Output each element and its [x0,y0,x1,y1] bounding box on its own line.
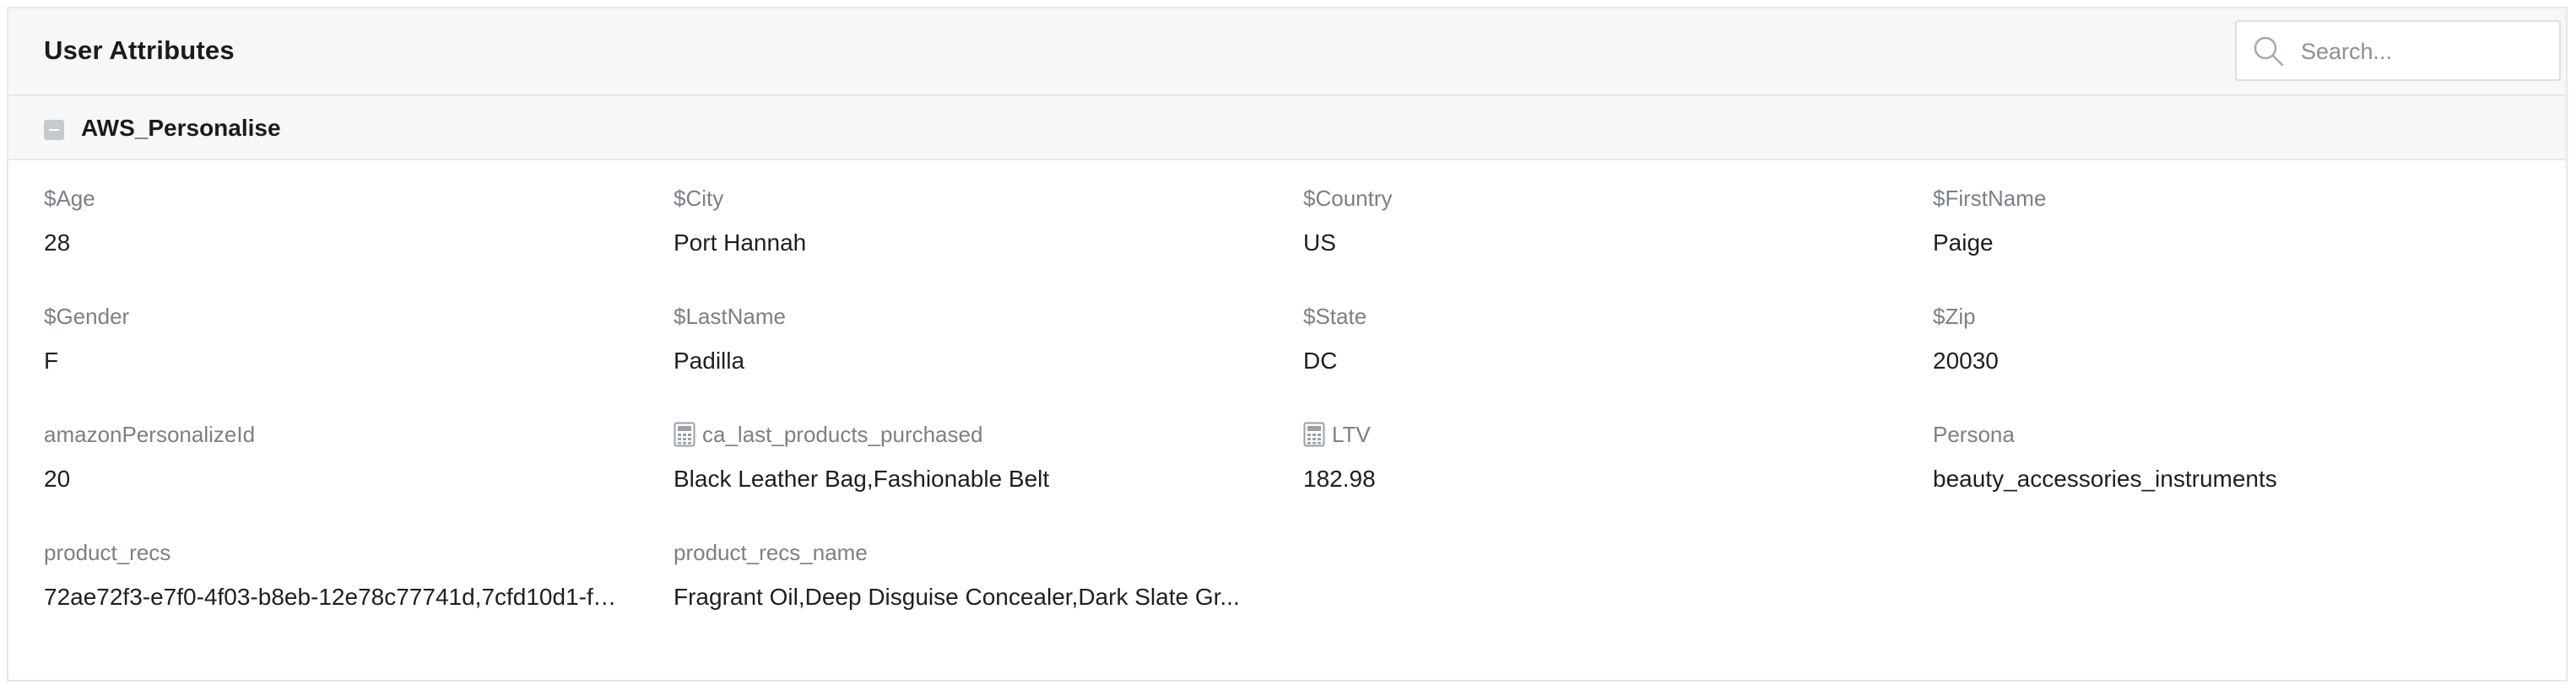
attribute-value: Fragrant Oil,Deep Disguise Concealer,Dar… [674,584,1240,610]
attribute-value: US [1303,229,1336,256]
attribute-value: 72ae72f3-e7f0-4f03-b8eb-12e78c77741d,7cf… [44,584,618,610]
attribute-item: $Gender F [44,302,635,376]
attribute-value: F [44,348,59,374]
attribute-item: $Zip 20030 [1933,302,2524,376]
attribute-label: $Zip [1933,304,1976,329]
attribute-label: $Gender [44,304,130,329]
panel-header: User Attributes [8,8,2566,96]
attribute-item: $Age 28 [44,184,635,258]
collapse-icon[interactable] [44,120,64,140]
attribute-value: 20 [44,466,71,492]
attribute-label: $State [1303,304,1367,329]
search-icon [2254,36,2284,67]
search-box[interactable] [2235,20,2561,81]
attribute-label: LTV [1303,420,1894,449]
attribute-label-text: LTV [1332,422,1371,447]
attribute-item: $State DC [1303,302,1894,376]
attribute-item: $FirstName Paige [1933,184,2524,258]
user-attributes-panel: User Attributes AWS_Personalise $Age 28 … [7,7,2568,682]
attribute-value: Port Hannah [674,229,807,256]
attribute-label: Persona [1933,422,2015,447]
section-header[interactable]: AWS_Personalise [8,96,2566,160]
attribute-item: product_recs 72ae72f3-e7f0-4f03-b8eb-12e… [44,538,635,612]
calculator-icon [1303,422,1325,447]
attribute-label: product_recs_name [674,540,868,565]
attribute-item: $Country US [1303,184,1894,258]
search-input[interactable] [2299,30,2547,73]
attribute-label: ca_last_products_purchased [674,420,1264,449]
attribute-label: $City [674,186,724,211]
attribute-value: 28 [44,229,71,256]
page-title: User Attributes [44,35,235,65]
attribute-label: $FirstName [1933,186,2047,211]
attribute-label: $Country [1303,186,1393,211]
attribute-value: DC [1303,348,1338,374]
attribute-item: Persona beauty_accessories_instruments [1933,420,2524,494]
attribute-item: LTV 182.98 [1303,420,1894,494]
attribute-value: Paige [1933,229,1994,256]
attribute-value: Padilla [674,348,745,374]
section-title: AWS_Personalise [81,115,281,141]
attribute-label: product_recs [44,540,171,565]
attribute-value: beauty_accessories_instruments [1933,466,2277,492]
attribute-item: product_recs_name Fragrant Oil,Deep Disg… [674,538,1264,612]
attribute-item: amazonPersonalizeId 20 [44,420,635,494]
attribute-label: $LastName [674,304,786,329]
attribute-item: ca_last_products_purchased Black Leather… [674,420,1264,494]
attribute-item: $LastName Padilla [674,302,1264,376]
attribute-item: $City Port Hannah [674,184,1264,258]
calculator-icon [674,422,695,447]
attribute-value: Black Leather Bag,Fashionable Belt [674,466,1050,492]
attribute-value: 20030 [1933,348,1999,374]
attribute-label: $Age [44,186,95,211]
attribute-value: 182.98 [1303,466,1376,492]
attribute-label: amazonPersonalizeId [44,422,256,447]
attribute-label-text: ca_last_products_purchased [702,422,983,447]
attributes-grid: $Age 28 $City Port Hannah $Country US $F… [8,160,2566,680]
